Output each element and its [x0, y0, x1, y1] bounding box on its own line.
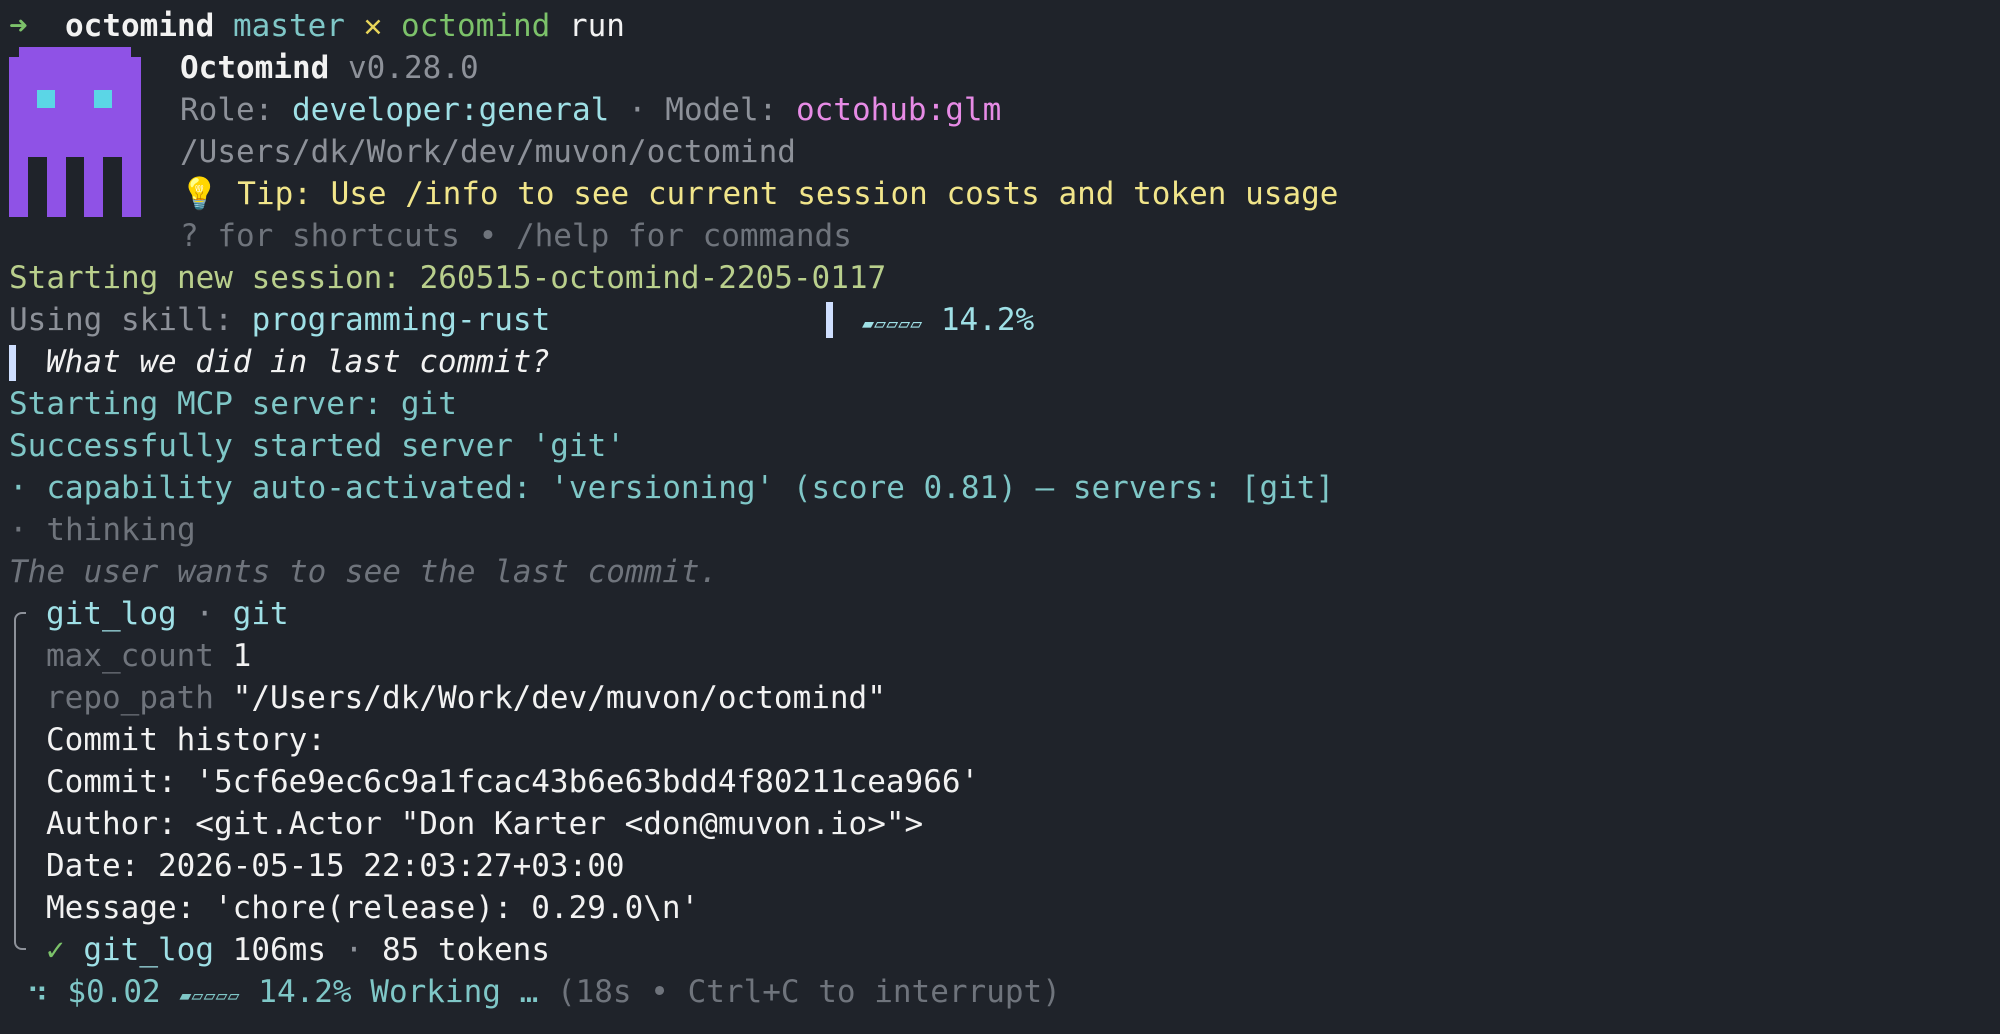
skill-label: Using skill:	[9, 302, 233, 338]
tool-output-line: Date: 2026-05-15 22:03:27+03:00	[46, 848, 625, 884]
tool-call-bracket	[14, 612, 26, 950]
tool-param: max_count 1	[46, 635, 251, 677]
session-label: Starting new session:	[9, 260, 401, 296]
user-message: What we did in last commit?	[46, 344, 550, 380]
mcp-start-line: Starting MCP server: git	[9, 386, 457, 422]
session-id: 260515-octomind-2205-0117	[419, 260, 887, 296]
model-label: Model:	[665, 92, 778, 128]
git-dirty-icon: ✕	[363, 8, 383, 44]
skill-value: programming-rust	[251, 302, 551, 338]
tool-tokens: 85 tokens	[382, 932, 550, 968]
session-cost: $0.02	[67, 974, 161, 1010]
tool-output-line: Message: 'chore(release): 0.29.0\n'	[46, 890, 700, 926]
spinner-icon: ⠲	[26, 974, 49, 1010]
app-name: Octomind	[180, 50, 330, 86]
status-bar: ⠲ $0.02 ▰▱▱▱▱ 14.2% Working … (18s • Ctr…	[26, 971, 1061, 1013]
tip-line: 💡 Tip: Use /info to see current session …	[180, 173, 1338, 215]
tool-done-sep: ·	[344, 932, 364, 968]
tool-sep: ·	[195, 596, 214, 632]
param-value: "/Users/dk/Work/dev/muvon/octomind"	[232, 680, 886, 716]
tool-duration: 106ms	[232, 932, 326, 968]
tip-text: Tip: Use /info to see current session co…	[237, 176, 1339, 212]
thought-line: The user wants to see the last commit.	[9, 554, 719, 590]
tool-output-line: Commit history:	[46, 722, 326, 758]
working-directory: /Users/dk/Work/dev/muvon/octomind	[180, 134, 796, 170]
role-model-line: Role: developer:general · Model: octohub…	[180, 89, 1001, 131]
prompt-cwd: octomind	[65, 8, 215, 44]
shortcuts-hint: ? for shortcuts • /help for commands	[180, 218, 852, 254]
prompt-command: octomind	[400, 8, 551, 44]
context-percent: 14.2%	[940, 302, 1035, 338]
context-usage: ▰▱▱▱▱ 14.2%	[862, 299, 1034, 341]
tool-name: git_log	[46, 596, 177, 632]
octomind-logo	[9, 47, 141, 217]
git-branch: master	[232, 8, 345, 44]
param-value: 1	[232, 638, 252, 674]
interrupt-hint: (18s • Ctrl+C to interrupt)	[556, 974, 1061, 1010]
session-line: Starting new session: 260515-octomind-22…	[9, 257, 886, 299]
lightbulb-icon: 💡	[180, 176, 219, 212]
thinking-line: · thinking	[9, 512, 196, 548]
mcp-success-line: Successfully started server 'git'	[9, 428, 625, 464]
tool-call-header: git_log · git	[46, 593, 289, 635]
skill-line: Using skill: programming-rust	[9, 299, 550, 341]
tool-done-name: git_log	[83, 932, 214, 968]
tool-param: repo_path "/Users/dk/Work/dev/muvon/octo…	[46, 677, 886, 719]
context-meter: ▰▱▱▱▱	[862, 311, 923, 335]
prompt-arrow-icon: ➜	[9, 8, 28, 44]
tool-server: git	[232, 596, 289, 632]
app-version: v0.28.0	[347, 50, 479, 86]
user-message-bar	[9, 345, 16, 381]
prompt-line: ➜ octomind master ✕ octomind run	[9, 5, 625, 47]
separator-dot: ·	[627, 92, 647, 128]
status-meter: ▰▱▱▱▱	[179, 983, 240, 1007]
status-percent: 14.2%	[258, 974, 352, 1010]
capability-line: · capability auto-activated: 'versioning…	[9, 470, 1335, 506]
model-value: octohub:glm	[795, 92, 1002, 128]
app-title: Octomind v0.28.0	[180, 47, 479, 89]
prompt-arg: run	[568, 8, 625, 44]
tool-done-line: ✓ git_log 106ms · 85 tokens	[46, 929, 550, 971]
role-label: Role:	[180, 92, 274, 128]
tool-output-line: Author: <git.Actor "Don Karter <don@muvo…	[46, 806, 924, 842]
check-icon: ✓	[46, 932, 65, 968]
tool-output-line: Commit: '5cf6e9ec6c9a1fcac43b6e63bdd4f80…	[46, 764, 980, 800]
param-key: repo_path	[46, 680, 214, 716]
input-divider	[826, 302, 833, 338]
role-value: developer:general	[292, 92, 610, 128]
param-key: max_count	[46, 638, 214, 674]
status-state: Working …	[370, 974, 539, 1010]
